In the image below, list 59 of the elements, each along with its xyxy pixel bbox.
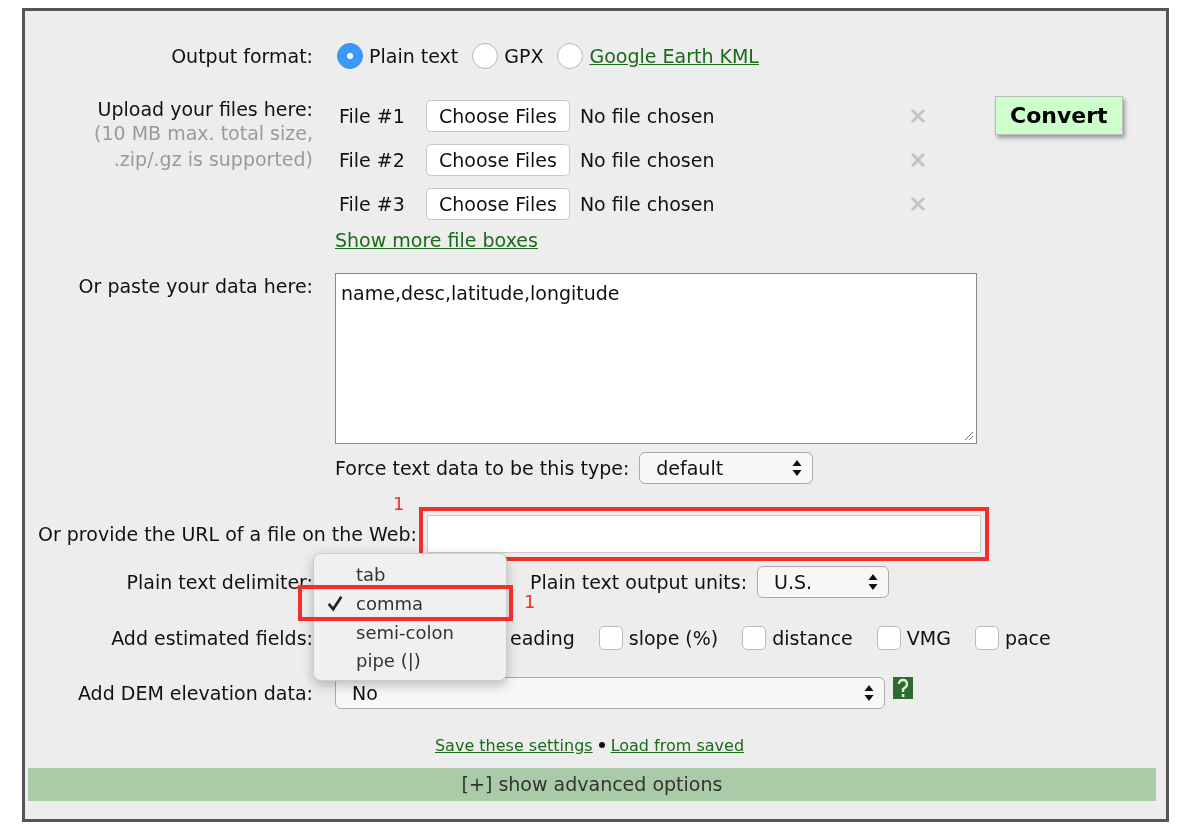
choose-files-button[interactable]: Choose Files [426,188,570,220]
radio-button[interactable] [472,43,499,69]
field-label: Or paste your data here: [77,275,313,297]
format-link[interactable]: Google Earth KML [589,45,759,67]
annotation-number: 1 [524,591,536,612]
checkbox-label: slope (%) [628,627,719,649]
units-select[interactable]: U.S. [757,566,890,598]
url-field[interactable] [426,515,981,553]
checkbox[interactable] [742,626,767,650]
file-status: No file chosen [579,149,716,171]
file-label: File #2 [339,149,406,171]
checkbox-label: VMG [906,627,951,649]
file-label: File #1 [339,105,406,127]
checkbox[interactable] [876,626,901,650]
close-icon[interactable] [909,152,926,168]
data-textarea[interactable]: name,desc,latitude,longitude [335,273,977,444]
checkbox[interactable] [974,626,999,650]
choose-files-button[interactable]: Choose Files [426,144,570,176]
menu-item[interactable]: semi-colon [314,618,506,646]
resize-grip-icon[interactable] [962,429,974,441]
menu-item[interactable]: pipe (|) [314,646,506,674]
help-icon[interactable] [893,677,913,699]
close-icon[interactable] [909,108,926,124]
field-label: Or provide the URL of a file on the Web: [38,523,417,545]
close-icon[interactable] [909,196,926,212]
file-status: No file chosen [579,105,716,127]
field-label: Upload your files here: [96,100,313,118]
size-note: (10 MB max. total size, .zip/.gz is supported) [93,121,313,172]
bullet-icon [598,742,605,748]
field-label: Add estimated fields: [110,627,313,649]
select-arrows-icon [864,684,874,702]
settings-link[interactable]: Load from saved [610,735,745,755]
checkbox[interactable] [598,626,623,650]
checkbox-label: distance [772,627,853,649]
checkbox-label: pace [1004,627,1051,649]
settings-link[interactable]: Save these settings [434,735,593,755]
field-label: Output format: [170,45,313,67]
elevation-select[interactable]: No [335,677,885,709]
advanced-options-bar[interactable]: [+] show advanced options [28,768,1156,801]
annotation-number: 1 [392,493,405,514]
file-status: No file chosen [579,193,716,215]
option-label: GPX [504,45,544,67]
checkbox-label: eading [510,627,575,649]
select-arrows-icon [792,459,803,477]
show-more-link[interactable]: Show more file boxes [335,228,538,252]
select-arrows-icon [868,573,879,591]
field-label: Plain text delimiter: [125,571,313,593]
file-label: File #3 [339,193,406,215]
radio-button[interactable] [557,43,584,69]
choose-files-button[interactable]: Choose Files [426,100,570,132]
field-label: Add DEM elevation data: [76,682,313,704]
type-select[interactable]: default [639,452,814,484]
field-label: Force text data to be this type: [335,457,630,479]
field-label: Plain text output units: [530,571,748,593]
radio-button[interactable] [337,43,363,69]
menu-item[interactable]: tab [314,560,506,588]
textarea-text: name,desc,latitude,longitude [341,282,620,304]
convert-button[interactable]: Convert [995,96,1123,135]
option-label: Plain text [369,45,459,67]
